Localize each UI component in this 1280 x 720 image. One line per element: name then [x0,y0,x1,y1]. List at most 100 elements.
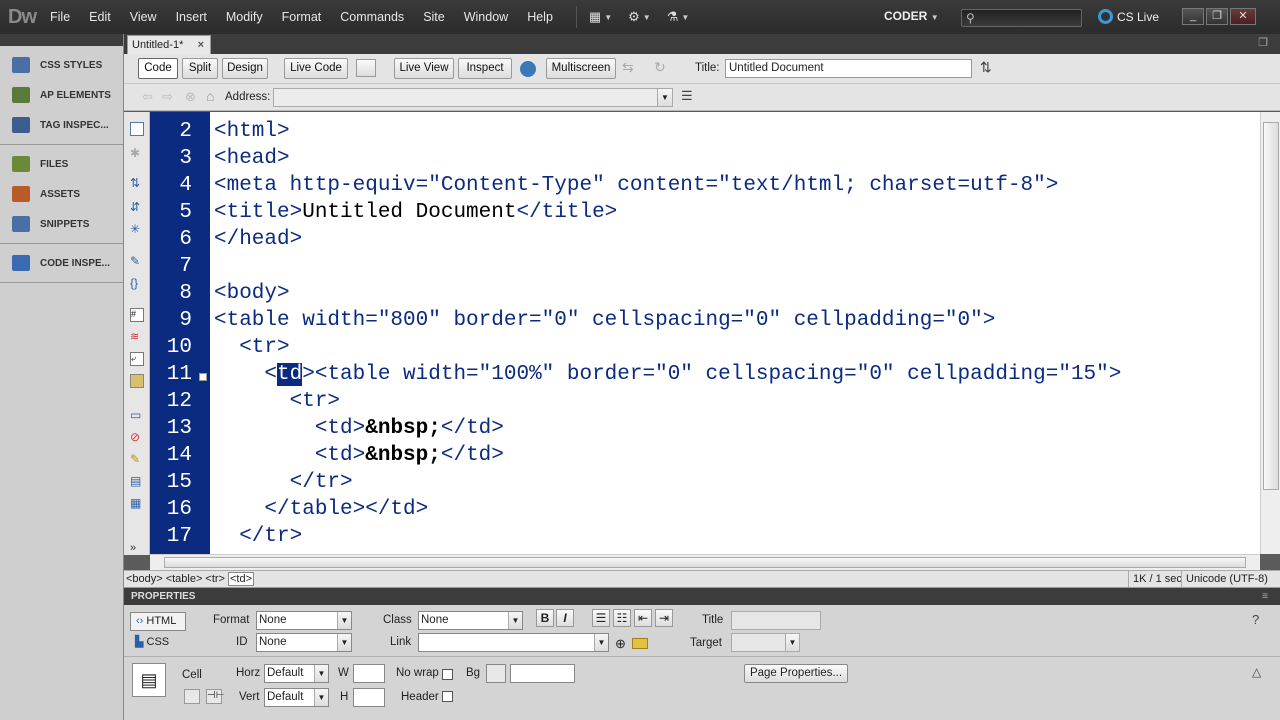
move-css-icon[interactable]: ▦ [130,496,144,510]
cs-live-button[interactable]: CS Live [1098,9,1159,24]
browser-options-icon[interactable]: ☰ [681,88,703,106]
class-select[interactable]: None ▼ [418,611,523,630]
help-icon[interactable]: ? [1252,612,1259,627]
point-to-file-icon[interactable]: ⊕ [615,636,626,652]
width-field[interactable] [353,664,385,683]
unordered-list-icon[interactable]: ☰ [592,609,610,627]
id-select[interactable]: None ▼ [256,633,352,652]
design-view-button[interactable]: Design [222,58,268,79]
height-field[interactable] [353,688,385,707]
tag-selector-body[interactable]: <body> [126,573,163,585]
chevron-down-icon[interactable]: ▼ [657,89,672,106]
layout-menu[interactable]: ▦ ▼ [589,9,612,25]
menu-edit[interactable]: Edit [89,10,111,24]
bold-button[interactable]: B [536,609,554,627]
syntax-coloring-icon[interactable] [130,374,144,388]
page-properties-button[interactable]: Page Properties... [744,664,848,683]
tag-selector-tr[interactable]: <tr> [205,573,225,585]
menu-modify[interactable]: Modify [226,10,263,24]
merge-cells-icon[interactable] [184,689,200,704]
outdent-icon[interactable]: ⇤ [634,609,652,627]
select-parent-tag-icon[interactable]: ✎ [130,254,144,268]
globe-icon[interactable] [520,61,536,77]
multiscreen-button[interactable]: Multiscreen [546,58,616,79]
link-field[interactable]: ▼ [418,633,609,652]
menu-site[interactable]: Site [423,10,445,24]
panel-files[interactable]: FILES [0,149,123,179]
menu-commands[interactable]: Commands [340,10,404,24]
live-code-button[interactable]: Live Code [284,58,348,79]
word-wrap-icon[interactable]: ⤶ [130,352,144,366]
open-documents-icon[interactable] [130,122,144,136]
title-prop-field[interactable] [731,611,821,630]
panel-ap-elements[interactable]: AP ELEMENTS [0,80,123,110]
line-numbers-icon[interactable]: # [130,308,144,322]
close-icon[interactable]: × [198,36,204,54]
format-select[interactable]: None ▼ [256,611,352,630]
panel-snippets[interactable]: SNIPPETS [0,209,123,239]
split-view-button[interactable]: Split [182,58,218,79]
nowrap-checkbox[interactable] [442,669,453,680]
italic-button[interactable]: I [556,609,574,627]
help-search-input[interactable]: ⚲ [961,9,1082,27]
menu-insert[interactable]: Insert [176,10,207,24]
workspace-switcher[interactable]: CODER ▼ [884,9,939,23]
panel-label: ASSETS [40,188,81,200]
menu-help[interactable]: Help [527,10,553,24]
menu-format[interactable]: Format [282,10,322,24]
scrollbar-thumb[interactable] [164,557,1246,568]
html-tab[interactable]: ‹› HTML [130,612,186,631]
tag-selector-td[interactable]: <td> [227,572,255,586]
apply-comment-icon[interactable]: ▭ [130,408,144,422]
restore-document-icon[interactable]: ❐ [1258,36,1268,49]
horizontal-scrollbar[interactable] [150,554,1260,570]
code-collapse-icon[interactable] [199,373,207,381]
bg-color-swatch[interactable] [486,664,506,683]
minimize-button[interactable]: _ [1182,8,1204,25]
expand-all-icon[interactable]: ✳ [130,222,144,236]
extend-menu[interactable]: ⚙ ▼ [628,9,651,25]
recent-snippets-icon[interactable]: ▤ [130,474,144,488]
address-field[interactable]: ▼ [273,88,673,107]
vertical-scrollbar[interactable] [1260,112,1280,554]
remove-comment-icon[interactable]: ⊘ [130,430,144,444]
balance-braces-icon[interactable]: {} [130,276,144,290]
menu-file[interactable]: File [50,10,70,24]
target-select[interactable]: ▼ [731,633,800,652]
live-view-button[interactable]: Live View [394,58,454,79]
maximize-button[interactable]: ❐ [1206,8,1228,25]
panel-css-styles[interactable]: CSS STYLES [0,50,123,80]
code-view-button[interactable]: Code [138,58,178,79]
panel-menu-icon[interactable]: ≡ [1262,588,1268,605]
file-management-icon[interactable]: ⇅ [980,59,1000,77]
header-checkbox[interactable] [442,691,453,702]
double-chevron-down-icon[interactable]: » [130,542,144,556]
inspect-button[interactable]: Inspect [458,58,512,79]
menu-view[interactable]: View [130,10,157,24]
tag-selector-table[interactable]: <table> [166,573,203,585]
close-window-button[interactable]: ✕ [1230,8,1256,25]
highlight-invalid-code-icon[interactable]: ≋ [130,330,144,344]
wrap-tag-icon[interactable]: ✎ [130,452,144,466]
menu-window[interactable]: Window [464,10,508,24]
panel-tag-inspector[interactable]: TAG INSPEC... [0,110,123,140]
folder-icon[interactable] [632,638,648,649]
panel-assets[interactable]: ASSETS [0,179,123,209]
collapse-full-tag-icon[interactable]: ⇅ [130,176,144,190]
split-cell-icon[interactable]: ⊣⊢ [206,689,224,704]
check-browser-icon[interactable] [356,59,376,77]
bg-color-field[interactable] [510,664,575,683]
css-tab[interactable]: ▙ CSS [130,634,186,653]
panel-code-inspector[interactable]: CODE INSPE... [0,248,123,278]
collapse-properties-icon[interactable]: △ [1252,665,1261,679]
site-menu[interactable]: ⚗ ▼ [667,9,690,25]
vert-select[interactable]: Default ▼ [264,688,329,707]
scrollbar-thumb[interactable] [1263,122,1279,490]
collapse-selection-icon[interactable]: ⇵ [130,200,144,214]
horz-select[interactable]: Default ▼ [264,664,329,683]
indent-icon[interactable]: ⇥ [655,609,673,627]
document-title-field[interactable]: Untitled Document [725,59,972,78]
document-tab[interactable]: Untitled-1* × [127,35,211,54]
code-editor[interactable]: <html> <head> <meta http-equiv="Content-… [210,112,1260,554]
ordered-list-icon[interactable]: ☷ [613,609,631,627]
